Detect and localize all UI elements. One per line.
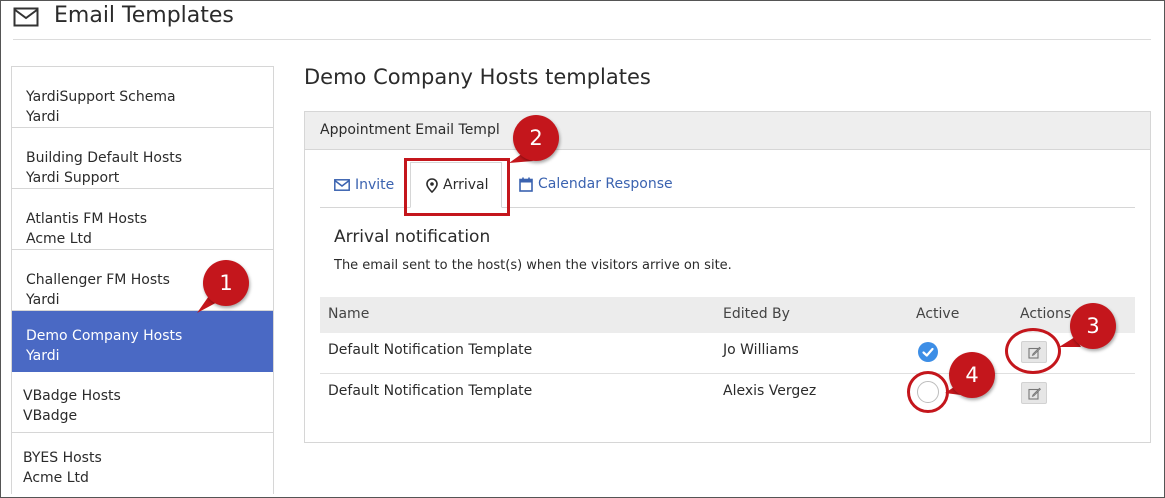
sidebar-item-name: VBadge Hosts: [23, 388, 121, 404]
sidebar-item-owner: Acme Ltd: [23, 470, 89, 486]
sidebar-item-atlantis-fm-hosts[interactable]: Atlantis FM Hosts Acme Ltd: [12, 189, 273, 250]
row-2-name: Default Notification Template: [328, 383, 533, 399]
callout-3-badge: 3: [1070, 303, 1116, 349]
sidebar-item-owner: Acme Ltd: [26, 231, 92, 247]
callout-2-badge: 2: [513, 115, 559, 161]
envelope-icon: [334, 179, 350, 191]
sidebar-item-yardisupport-schema[interactable]: YardiSupport Schema Yardi: [12, 67, 273, 128]
row-2-edit-button[interactable]: [1021, 382, 1047, 404]
callout-4-badge: 4: [949, 352, 995, 398]
calendar-icon: [519, 177, 533, 192]
callout-1-badge: 1: [203, 260, 249, 306]
row-1-edited-by: Jo Williams: [723, 342, 799, 358]
sidebar-item-owner: Yardi Support: [26, 170, 120, 186]
sidebar-item-name: Building Default Hosts: [26, 150, 183, 166]
callout-4-highlight: [907, 371, 949, 413]
sidebar-item-name: Demo Company Hosts: [26, 328, 183, 344]
checkmark-icon: [922, 347, 934, 357]
column-header-edited-by: Edited By: [723, 306, 790, 322]
sidebar-item-byes-hosts[interactable]: BYES Hosts Acme Ltd: [12, 433, 273, 494]
panel-title: Appointment Email Templ: [320, 122, 500, 138]
callout-3-highlight: [1005, 328, 1061, 374]
column-header-actions: Actions: [1020, 306, 1072, 322]
sidebar-item-demo-company-hosts[interactable]: Demo Company Hosts Yardi: [12, 311, 273, 372]
row-divider: [320, 373, 1135, 374]
row-1-name: Default Notification Template: [328, 342, 533, 358]
row-2-edited-by: Alexis Vergez: [723, 383, 817, 399]
header-divider: [13, 39, 1151, 40]
tab-invite-label: Invite: [355, 177, 395, 193]
main-title: Demo Company Hosts templates: [304, 65, 651, 89]
callout-2-highlight: [404, 158, 510, 216]
tab-calendar-response[interactable]: Calendar Response: [519, 176, 673, 192]
sidebar-item-owner: Yardi: [26, 348, 60, 364]
row-1-active-toggle[interactable]: [918, 342, 938, 362]
column-header-name: Name: [328, 306, 370, 322]
sidebar-item-vbadge-hosts[interactable]: VBadge Hosts VBadge: [12, 372, 273, 433]
page-title: Email Templates: [54, 3, 234, 28]
section-description: The email sent to the host(s) when the v…: [334, 258, 732, 273]
tab-invite[interactable]: Invite: [334, 177, 394, 193]
sidebar-item-name: Atlantis FM Hosts: [26, 211, 148, 227]
sidebar-item-name: BYES Hosts: [23, 450, 102, 466]
sidebar-item-owner: VBadge: [23, 408, 78, 424]
sidebar-item-building-default-hosts[interactable]: Building Default Hosts Yardi Support: [12, 128, 273, 189]
edit-icon: [1027, 387, 1041, 400]
envelope-icon: [13, 7, 39, 27]
column-header-active: Active: [916, 306, 960, 322]
sidebar-item-name: YardiSupport Schema: [26, 89, 176, 105]
sidebar-item-owner: Yardi: [26, 109, 60, 125]
tab-calendar-response-label: Calendar Response: [538, 176, 673, 192]
section-title: Arrival notification: [334, 227, 491, 247]
